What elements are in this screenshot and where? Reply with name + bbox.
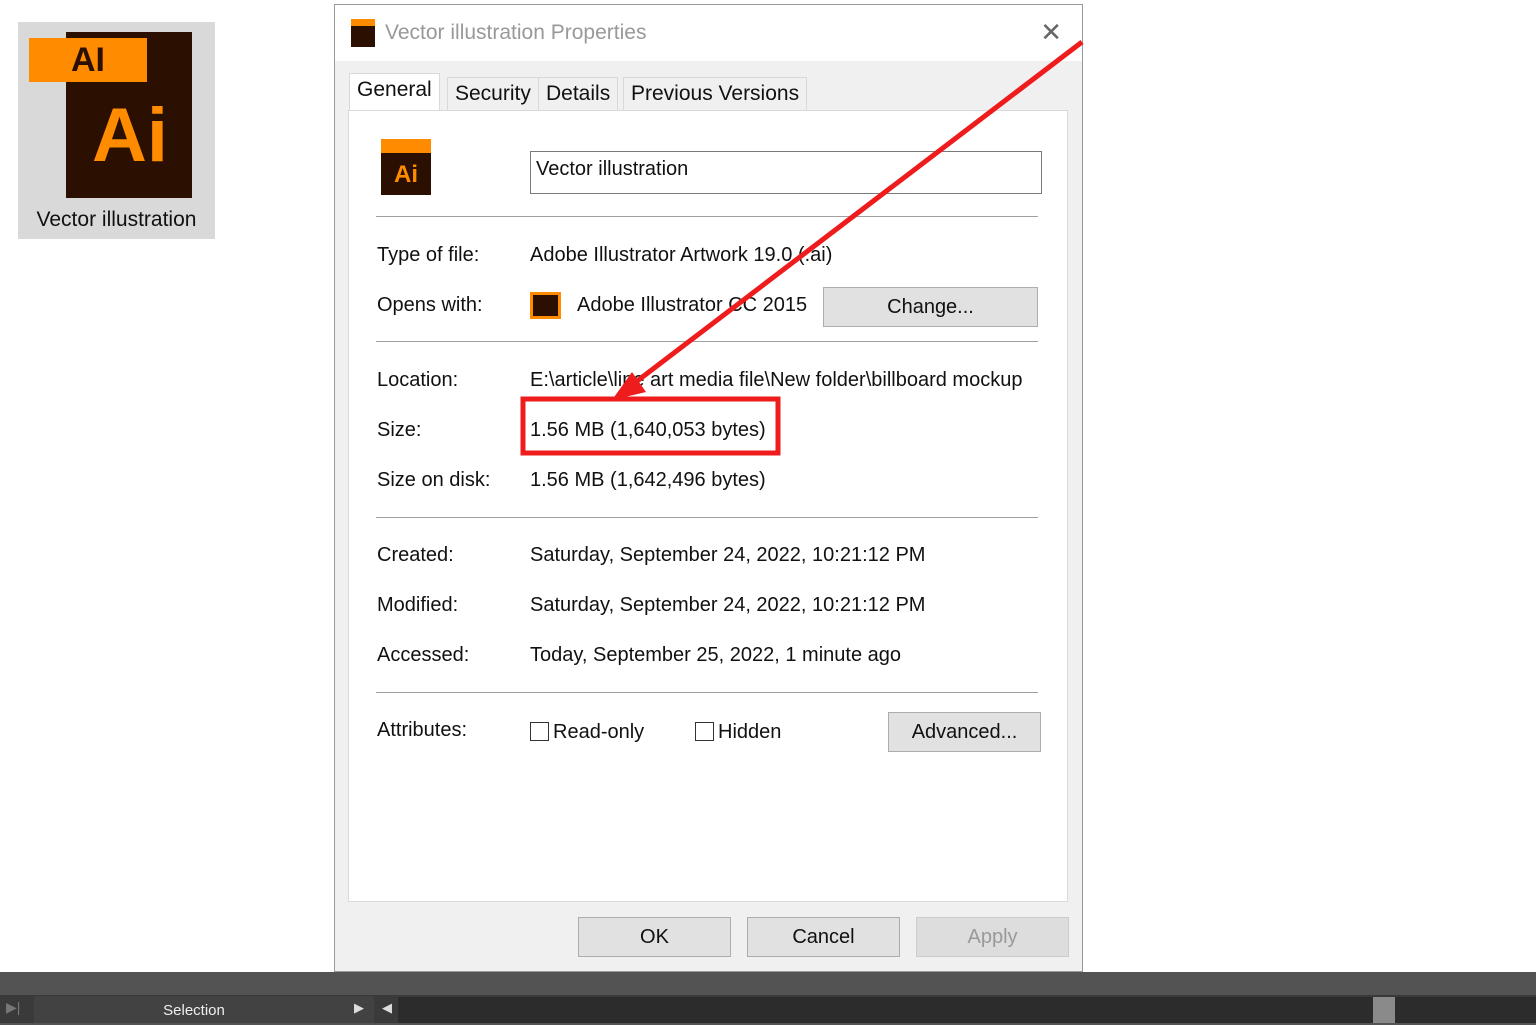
scrollbar-thumb[interactable] [1373,997,1395,1023]
annotation-arrow [626,40,1084,390]
skip-icon[interactable]: ▶| [6,999,20,1016]
tool-status[interactable]: Selection [34,996,374,1023]
play-icon[interactable]: ▶ [354,1000,364,1016]
annotation-overlay [520,40,1084,456]
back-icon[interactable]: ◀ [382,1000,392,1016]
highlight-box [520,396,781,456]
scrollbar[interactable] [398,997,1536,1023]
bottom-status-bar: ▶| Selection ▶ ◀ [0,972,1536,1025]
